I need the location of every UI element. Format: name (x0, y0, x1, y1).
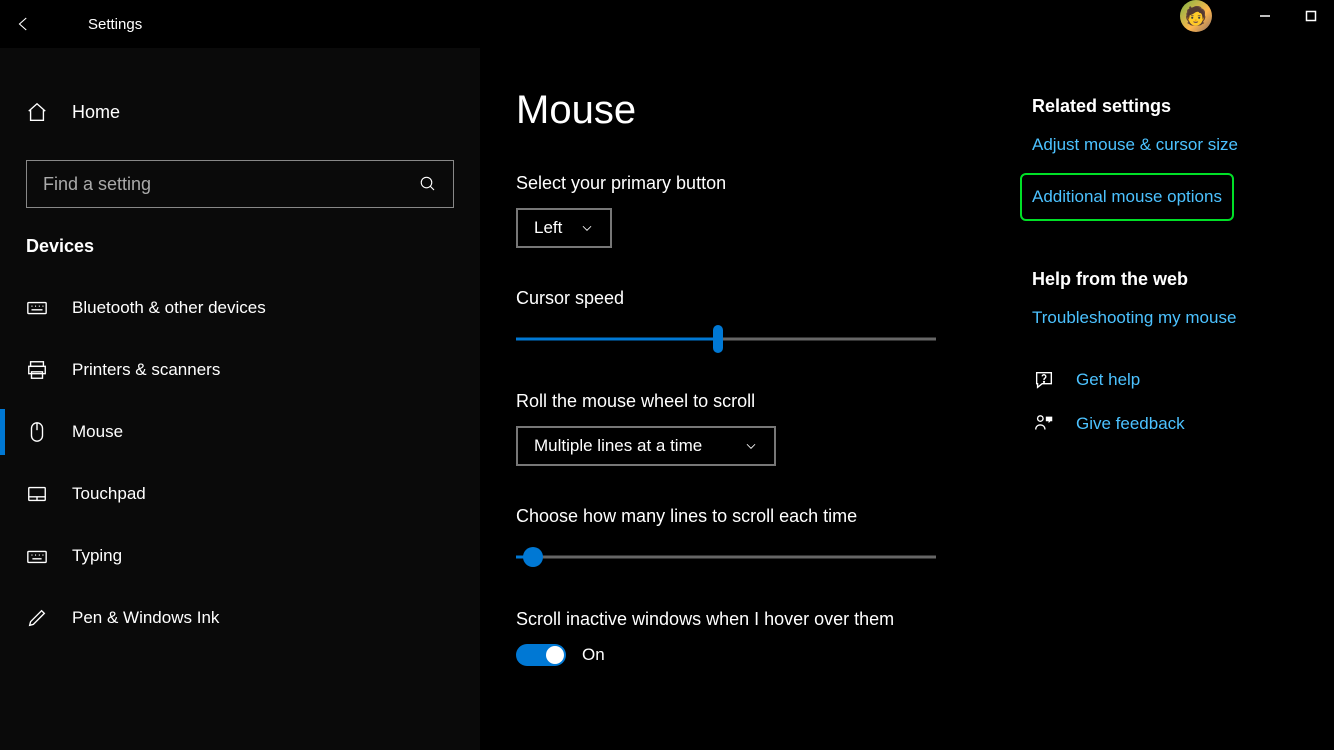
search-input[interactable] (43, 174, 419, 195)
nav-typing[interactable]: Typing (0, 525, 480, 587)
search-box[interactable] (26, 160, 454, 208)
nav-bluetooth[interactable]: Bluetooth & other devices (0, 277, 480, 339)
slider-thumb[interactable] (713, 325, 723, 353)
search-icon (419, 175, 437, 193)
primary-button-dropdown[interactable]: Left (516, 208, 612, 248)
help-icon (1032, 368, 1056, 392)
get-help-row[interactable]: Get help (1032, 368, 1298, 392)
cursor-speed-slider[interactable] (516, 327, 936, 351)
nav-pen[interactable]: Pen & Windows Ink (0, 587, 480, 649)
give-feedback-row[interactable]: Give feedback (1032, 412, 1298, 436)
related-settings-heading: Related settings (1032, 96, 1298, 117)
toggle-state-label: On (582, 645, 605, 665)
primary-button-label: Select your primary button (516, 173, 996, 194)
touchpad-icon (26, 483, 48, 505)
nav-printers[interactable]: Printers & scanners (0, 339, 480, 401)
minimize-icon (1259, 10, 1271, 22)
link-give-feedback[interactable]: Give feedback (1076, 414, 1185, 434)
home-nav[interactable]: Home (0, 88, 480, 136)
main: Mouse Select your primary button Left Cu… (480, 48, 1334, 750)
inactive-windows-label: Scroll inactive windows when I hover ove… (516, 609, 996, 630)
wheel-scroll-dropdown[interactable]: Multiple lines at a time (516, 426, 776, 466)
scroll-lines-slider[interactable] (516, 545, 936, 569)
wheel-scroll-label: Roll the mouse wheel to scroll (516, 391, 996, 412)
scroll-lines-label: Choose how many lines to scroll each tim… (516, 506, 996, 527)
inactive-windows-toggle-row: On (516, 644, 996, 666)
home-label: Home (72, 102, 120, 123)
link-troubleshooting[interactable]: Troubleshooting my mouse (1032, 308, 1298, 328)
highlight-additional-options: Additional mouse options (1020, 173, 1234, 221)
sidebar: Home Devices Bluetooth & other devices P… (0, 48, 480, 750)
app-title: Settings (88, 16, 142, 33)
window-controls: 🧑 (1180, 0, 1334, 32)
link-additional-options[interactable]: Additional mouse options (1032, 187, 1222, 207)
chevron-down-icon (744, 439, 758, 453)
search-wrap (26, 160, 454, 208)
help-web-heading: Help from the web (1032, 269, 1298, 290)
arrow-left-icon (15, 15, 33, 33)
feedback-icon (1032, 412, 1056, 436)
dropdown-value: Multiple lines at a time (534, 436, 702, 456)
chevron-down-icon (580, 221, 594, 235)
maximize-button[interactable] (1288, 0, 1334, 32)
dropdown-value: Left (534, 218, 562, 238)
slider-thumb[interactable] (523, 547, 543, 567)
typing-icon (26, 545, 48, 567)
link-adjust-cursor[interactable]: Adjust mouse & cursor size (1032, 135, 1298, 155)
inactive-windows-toggle[interactable] (516, 644, 566, 666)
home-icon (26, 101, 48, 123)
back-button[interactable] (0, 0, 48, 48)
keyboard-icon (26, 297, 48, 319)
minimize-button[interactable] (1242, 0, 1288, 32)
content: Mouse Select your primary button Left Cu… (516, 88, 996, 710)
page-title: Mouse (516, 88, 996, 133)
category-label: Devices (0, 236, 480, 257)
pen-icon (26, 607, 48, 629)
nav-label: Printers & scanners (72, 360, 220, 380)
printer-icon (26, 359, 48, 381)
nav-label: Mouse (72, 422, 123, 442)
titlebar: Settings 🧑 (0, 0, 1334, 48)
user-avatar[interactable]: 🧑 (1180, 0, 1212, 32)
nav-label: Touchpad (72, 484, 146, 504)
right-panel: Related settings Adjust mouse & cursor s… (1032, 88, 1298, 710)
maximize-icon (1305, 10, 1317, 22)
nav-label: Bluetooth & other devices (72, 298, 266, 318)
mouse-icon (26, 421, 48, 443)
nav-touchpad[interactable]: Touchpad (0, 463, 480, 525)
toggle-knob (546, 646, 564, 664)
link-get-help[interactable]: Get help (1076, 370, 1140, 390)
nav-mouse[interactable]: Mouse (0, 401, 480, 463)
cursor-speed-label: Cursor speed (516, 288, 996, 309)
nav-label: Typing (72, 546, 122, 566)
nav-label: Pen & Windows Ink (72, 608, 219, 628)
